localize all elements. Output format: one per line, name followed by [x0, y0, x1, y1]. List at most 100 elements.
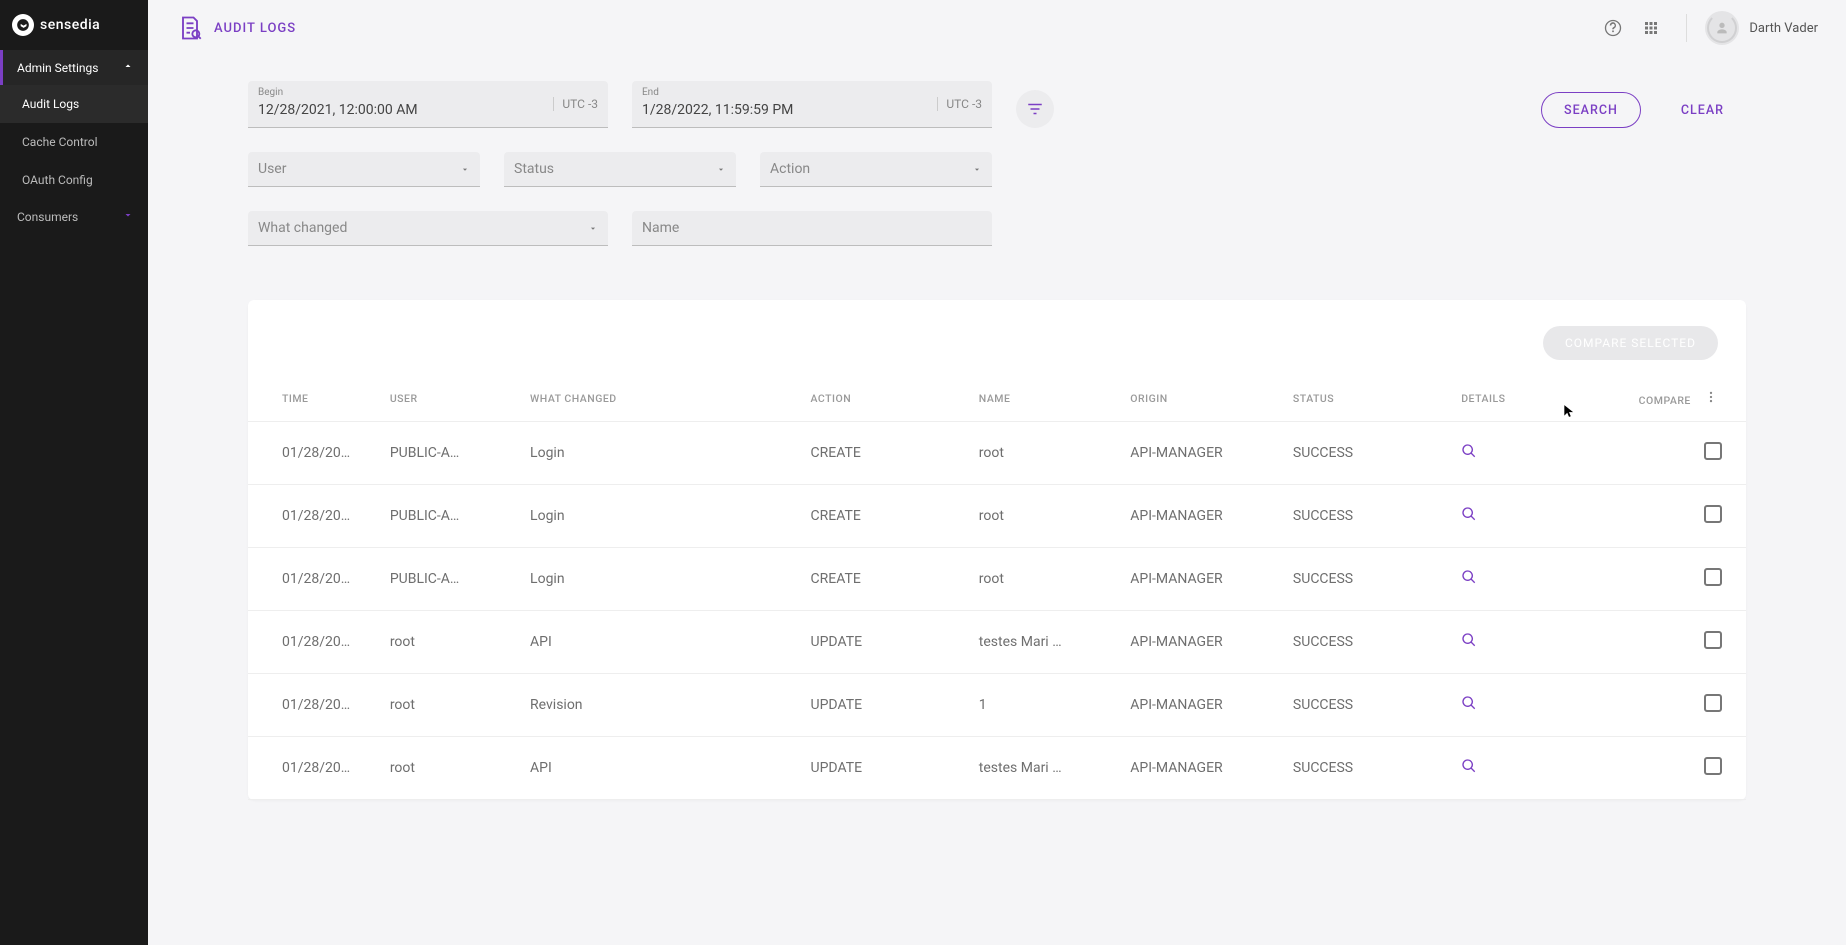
cell-origin: API-MANAGER — [1120, 737, 1283, 800]
filter-panel: Begin 12/28/2021, 12:00:00 AM UTC -3 End… — [148, 55, 1846, 280]
cell-compare — [1619, 422, 1746, 485]
status-filter[interactable]: Status — [504, 152, 736, 187]
cell-what: Login — [520, 422, 800, 485]
avatar[interactable] — [1705, 11, 1739, 45]
cell-action: CREATE — [801, 548, 969, 611]
apps-grid-icon[interactable] — [1634, 11, 1668, 45]
search-icon[interactable] — [1461, 758, 1477, 774]
cell-status: SUCCESS — [1283, 674, 1451, 737]
cell-origin: API-MANAGER — [1120, 422, 1283, 485]
dropdown-icon — [716, 160, 726, 179]
compare-checkbox[interactable] — [1704, 505, 1722, 523]
field-placeholder: Name — [642, 217, 982, 239]
search-icon[interactable] — [1461, 695, 1477, 711]
cell-name: testes Mari … — [969, 611, 1120, 674]
compare-selected-button[interactable]: COMPARE SELECTED — [1543, 326, 1718, 360]
dropdown-icon — [460, 160, 470, 179]
cell-details — [1451, 611, 1619, 674]
cell-compare — [1619, 548, 1746, 611]
compare-checkbox[interactable] — [1704, 568, 1722, 586]
brand-logo[interactable]: sensedia — [0, 0, 148, 50]
cell-status: SUCCESS — [1283, 737, 1451, 800]
col-status[interactable]: STATUS — [1283, 376, 1451, 422]
cell-action: UPDATE — [801, 611, 969, 674]
compare-checkbox[interactable] — [1704, 694, 1722, 712]
table-row[interactable]: 01/28/20…rootRevisionUPDATE1API-MANAGERS… — [248, 674, 1746, 737]
search-icon[interactable] — [1461, 506, 1477, 522]
col-origin[interactable]: ORIGIN — [1120, 376, 1283, 422]
search-icon[interactable] — [1461, 443, 1477, 459]
dropdown-icon — [588, 219, 598, 238]
cell-status: SUCCESS — [1283, 422, 1451, 485]
what-changed-filter[interactable]: What changed — [248, 211, 608, 246]
clear-button[interactable]: CLEAR — [1659, 92, 1746, 128]
cell-what: Login — [520, 485, 800, 548]
cell-time: 01/28/20… — [248, 548, 380, 611]
brand-name: sensedia — [40, 17, 100, 33]
nav-group-admin-settings[interactable]: Admin Settings — [0, 50, 148, 85]
col-time[interactable]: TIME — [248, 376, 380, 422]
nav-group-label: Admin Settings — [17, 61, 98, 75]
main-content: AUDIT LOGS Darth Vader Begin 12/28/2021,… — [148, 1, 1846, 945]
cell-user: root — [380, 611, 520, 674]
cell-action: UPDATE — [801, 737, 969, 800]
table-row[interactable]: 01/28/20…PUBLIC-A…LoginCREATErootAPI-MAN… — [248, 485, 1746, 548]
table-row[interactable]: 01/28/20…rootAPIUPDATEtestes Mari …API-M… — [248, 611, 1746, 674]
name-filter[interactable]: Name — [632, 211, 992, 246]
cell-name: root — [969, 548, 1120, 611]
search-button[interactable]: SEARCH — [1541, 92, 1641, 128]
nav-group-label: Consumers — [17, 210, 78, 224]
cell-what: API — [520, 611, 800, 674]
field-label: End — [642, 87, 982, 99]
logo-icon — [12, 14, 34, 36]
end-date-field[interactable]: End 1/28/2022, 11:59:59 PM UTC -3 — [632, 81, 992, 128]
filter-toggle-button[interactable] — [1016, 90, 1054, 128]
cell-origin: API-MANAGER — [1120, 611, 1283, 674]
cell-user: root — [380, 674, 520, 737]
cell-time: 01/28/20… — [248, 422, 380, 485]
table-row[interactable]: 01/28/20…PUBLIC-A…LoginCREATErootAPI-MAN… — [248, 548, 1746, 611]
cell-action: CREATE — [801, 422, 969, 485]
cell-details — [1451, 422, 1619, 485]
field-value: 12/28/2021, 12:00:00 AM — [258, 99, 598, 121]
search-icon[interactable] — [1461, 569, 1477, 585]
col-action[interactable]: ACTION — [801, 376, 969, 422]
cell-details — [1451, 548, 1619, 611]
page-title: AUDIT LOGS — [214, 21, 296, 36]
cell-compare — [1619, 674, 1746, 737]
audit-log-table: TIME USER WHAT CHANGED ACTION NAME ORIGI… — [248, 376, 1746, 800]
audit-logs-icon — [176, 14, 204, 42]
field-placeholder: Action — [770, 158, 982, 180]
action-filter[interactable]: Action — [760, 152, 992, 187]
compare-checkbox[interactable] — [1704, 631, 1722, 649]
cell-compare — [1619, 611, 1746, 674]
table-row[interactable]: 01/28/20…rootAPIUPDATEtestes Mari …API-M… — [248, 737, 1746, 800]
cell-details — [1451, 737, 1619, 800]
sidebar: sensedia Admin Settings Audit Logs Cache… — [0, 0, 148, 945]
search-icon[interactable] — [1461, 632, 1477, 648]
field-placeholder: User — [258, 158, 470, 180]
compare-checkbox[interactable] — [1704, 442, 1722, 460]
more-vert-icon[interactable] — [1704, 390, 1718, 404]
timezone-label: UTC -3 — [553, 97, 598, 111]
cell-origin: API-MANAGER — [1120, 674, 1283, 737]
cell-time: 01/28/20… — [248, 611, 380, 674]
results-card: COMPARE SELECTED TIME USER WHAT CHANGED … — [248, 300, 1746, 800]
col-what[interactable]: WHAT CHANGED — [520, 376, 800, 422]
help-icon[interactable] — [1596, 11, 1630, 45]
sidebar-item-oauth-config[interactable]: OAuth Config — [0, 161, 148, 199]
cell-time: 01/28/20… — [248, 485, 380, 548]
sidebar-item-cache-control[interactable]: Cache Control — [0, 123, 148, 161]
col-compare: COMPARE — [1619, 376, 1746, 422]
begin-date-field[interactable]: Begin 12/28/2021, 12:00:00 AM UTC -3 — [248, 81, 608, 128]
compare-checkbox[interactable] — [1704, 757, 1722, 775]
cell-origin: API-MANAGER — [1120, 548, 1283, 611]
sidebar-item-audit-logs[interactable]: Audit Logs — [0, 85, 148, 123]
user-filter[interactable]: User — [248, 152, 480, 187]
col-name[interactable]: NAME — [969, 376, 1120, 422]
cell-status: SUCCESS — [1283, 611, 1451, 674]
col-user[interactable]: USER — [380, 376, 520, 422]
table-row[interactable]: 01/28/20…PUBLIC-A…LoginCREATErootAPI-MAN… — [248, 422, 1746, 485]
chevron-down-icon — [122, 209, 134, 224]
nav-group-consumers[interactable]: Consumers — [0, 199, 148, 234]
